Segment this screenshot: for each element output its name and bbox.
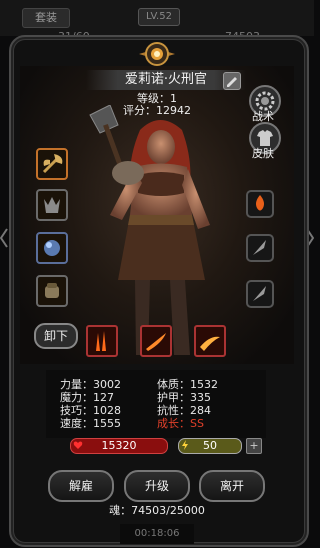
glove-slot[interactable]: [36, 275, 68, 307]
skin-label: 皮肤: [252, 147, 274, 160]
add-energy-button[interactable]: +: [246, 438, 262, 454]
upgrade-button[interactable]: 升级: [124, 470, 190, 502]
skill-slot-1[interactable]: [86, 325, 118, 357]
gauntlet-icon: [45, 283, 59, 298]
left-arrow-icon[interactable]: [0, 228, 8, 248]
feather-icon: [253, 240, 266, 255]
weapon-slot[interactable]: [36, 148, 68, 180]
rune-slot-1[interactable]: [246, 190, 274, 218]
rune-slot-3[interactable]: [246, 280, 274, 308]
level-badge: LV.52: [138, 8, 180, 26]
axe-icon: [42, 154, 63, 174]
lightning-icon: [182, 440, 188, 450]
soul-counter: 魂：74503/25000: [109, 504, 205, 517]
accessory-slot[interactable]: [36, 232, 68, 264]
ice-orb-icon: [44, 240, 60, 256]
emblem-icon: [139, 42, 175, 66]
feather-icon: [253, 286, 266, 301]
armor-slot[interactable]: [36, 189, 68, 221]
hp-bar: 15320: [70, 438, 168, 454]
dismiss-button[interactable]: 解雇: [48, 470, 114, 502]
stat-growth: 成长：SS: [157, 417, 204, 430]
skill-slot-3[interactable]: [194, 325, 226, 357]
edit-name-button[interactable]: [223, 72, 241, 90]
leave-button[interactable]: 离开: [199, 470, 265, 502]
set-tab[interactable]: 套装: [22, 8, 70, 28]
heart-icon: [73, 441, 83, 449]
bottom-timer: 00:18:06: [120, 524, 194, 544]
fire-rune-icon: [256, 195, 264, 211]
unequip-button[interactable]: 卸下: [34, 323, 78, 349]
flame-skill-1-icon: [96, 331, 106, 351]
flame-skill-3-icon: [200, 336, 220, 351]
skill-slot-2[interactable]: [140, 325, 172, 357]
rune-slot-2[interactable]: [246, 234, 274, 262]
pencil-icon: [227, 77, 237, 87]
flame-skill-2-icon: [146, 333, 166, 351]
stat-speed: 速度：1555: [60, 417, 121, 430]
hero-name: 爱莉诺·火刑官: [86, 70, 246, 90]
wolf-icon: [44, 197, 60, 213]
hero-portrait: [89, 105, 210, 355]
